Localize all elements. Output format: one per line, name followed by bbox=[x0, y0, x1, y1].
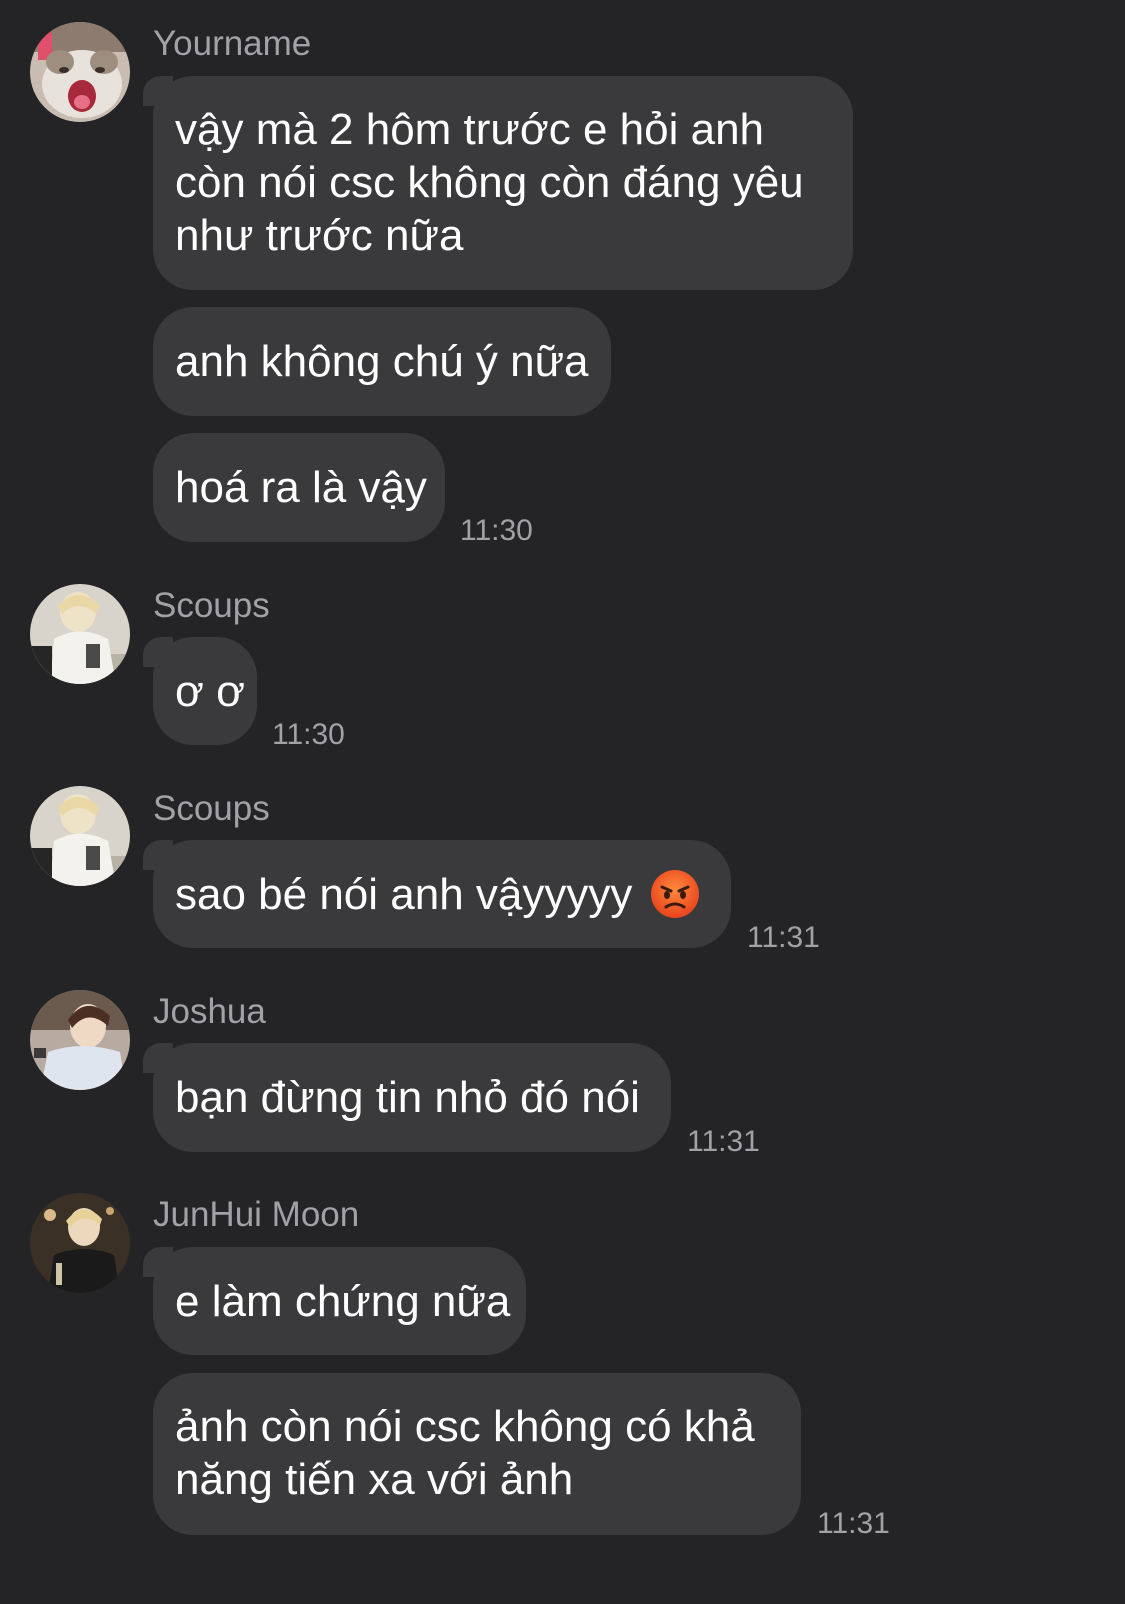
message-bubble[interactable]: e làm chứng nữa bbox=[143, 1247, 526, 1355]
bubble-tail bbox=[143, 840, 173, 870]
message-bubble[interactable]: ơ ơ bbox=[143, 637, 257, 745]
message-bubble[interactable]: hoá ra là vậy bbox=[153, 433, 445, 542]
bubble-tail bbox=[143, 1043, 173, 1073]
message-text: sao bé nói anh vậyyyyy bbox=[175, 869, 633, 919]
person-dark-outfit-avatar[interactable] bbox=[30, 1193, 130, 1293]
angry-face-emoji bbox=[651, 870, 700, 918]
sender-name: Scoups bbox=[153, 789, 270, 828]
sender-name: Scoups bbox=[153, 586, 270, 625]
message-timestamp: 11:31 bbox=[817, 1507, 890, 1540]
message-bubble[interactable]: sao bé nói anh vậyyyyy bbox=[143, 840, 731, 948]
message-timestamp: 11:31 bbox=[687, 1125, 760, 1158]
message-text: anh không chú ý nữa bbox=[175, 337, 589, 386]
sender-name: Yourname bbox=[153, 24, 312, 63]
message-timestamp: 11:31 bbox=[747, 921, 820, 954]
message-text: bạn đừng tin nhỏ đó nói bbox=[175, 1073, 640, 1122]
message-text: ảnh còn nói csc không có khả năng tiến x… bbox=[175, 1402, 755, 1504]
message-bubble[interactable]: anh không chú ý nữa bbox=[153, 307, 611, 416]
person-light-shirt-avatar[interactable] bbox=[30, 990, 130, 1090]
message-bubble[interactable]: bạn đừng tin nhỏ đó nói bbox=[143, 1043, 671, 1152]
person-white-jacket-avatar[interactable] bbox=[30, 786, 130, 886]
message-bubble[interactable]: ảnh còn nói csc không có khả năng tiến x… bbox=[153, 1373, 801, 1535]
message-text: e làm chứng nữa bbox=[175, 1276, 511, 1326]
bubble-tail bbox=[143, 637, 173, 667]
person-white-jacket-avatar[interactable] bbox=[30, 584, 130, 684]
sender-name: Joshua bbox=[153, 992, 266, 1031]
message-timestamp: 11:30 bbox=[460, 514, 533, 547]
message-text: vậy mà 2 hôm trước e hỏi anh còn nói csc… bbox=[175, 105, 804, 260]
message-text: ơ ơ bbox=[175, 666, 245, 716]
message-bubble[interactable]: vậy mà 2 hôm trước e hỏi anh còn nói csc… bbox=[143, 76, 853, 290]
cat-avatar[interactable] bbox=[30, 22, 130, 122]
sender-name: JunHui Moon bbox=[153, 1195, 360, 1234]
message-text: hoá ra là vậy bbox=[175, 463, 427, 512]
chat-thread: Yourname vậy mà 2 hôm trước e hỏi anh cò… bbox=[0, 0, 1125, 1604]
bubble-tail bbox=[143, 76, 173, 106]
message-timestamp: 11:30 bbox=[272, 718, 345, 751]
bubble-tail bbox=[143, 1247, 173, 1277]
